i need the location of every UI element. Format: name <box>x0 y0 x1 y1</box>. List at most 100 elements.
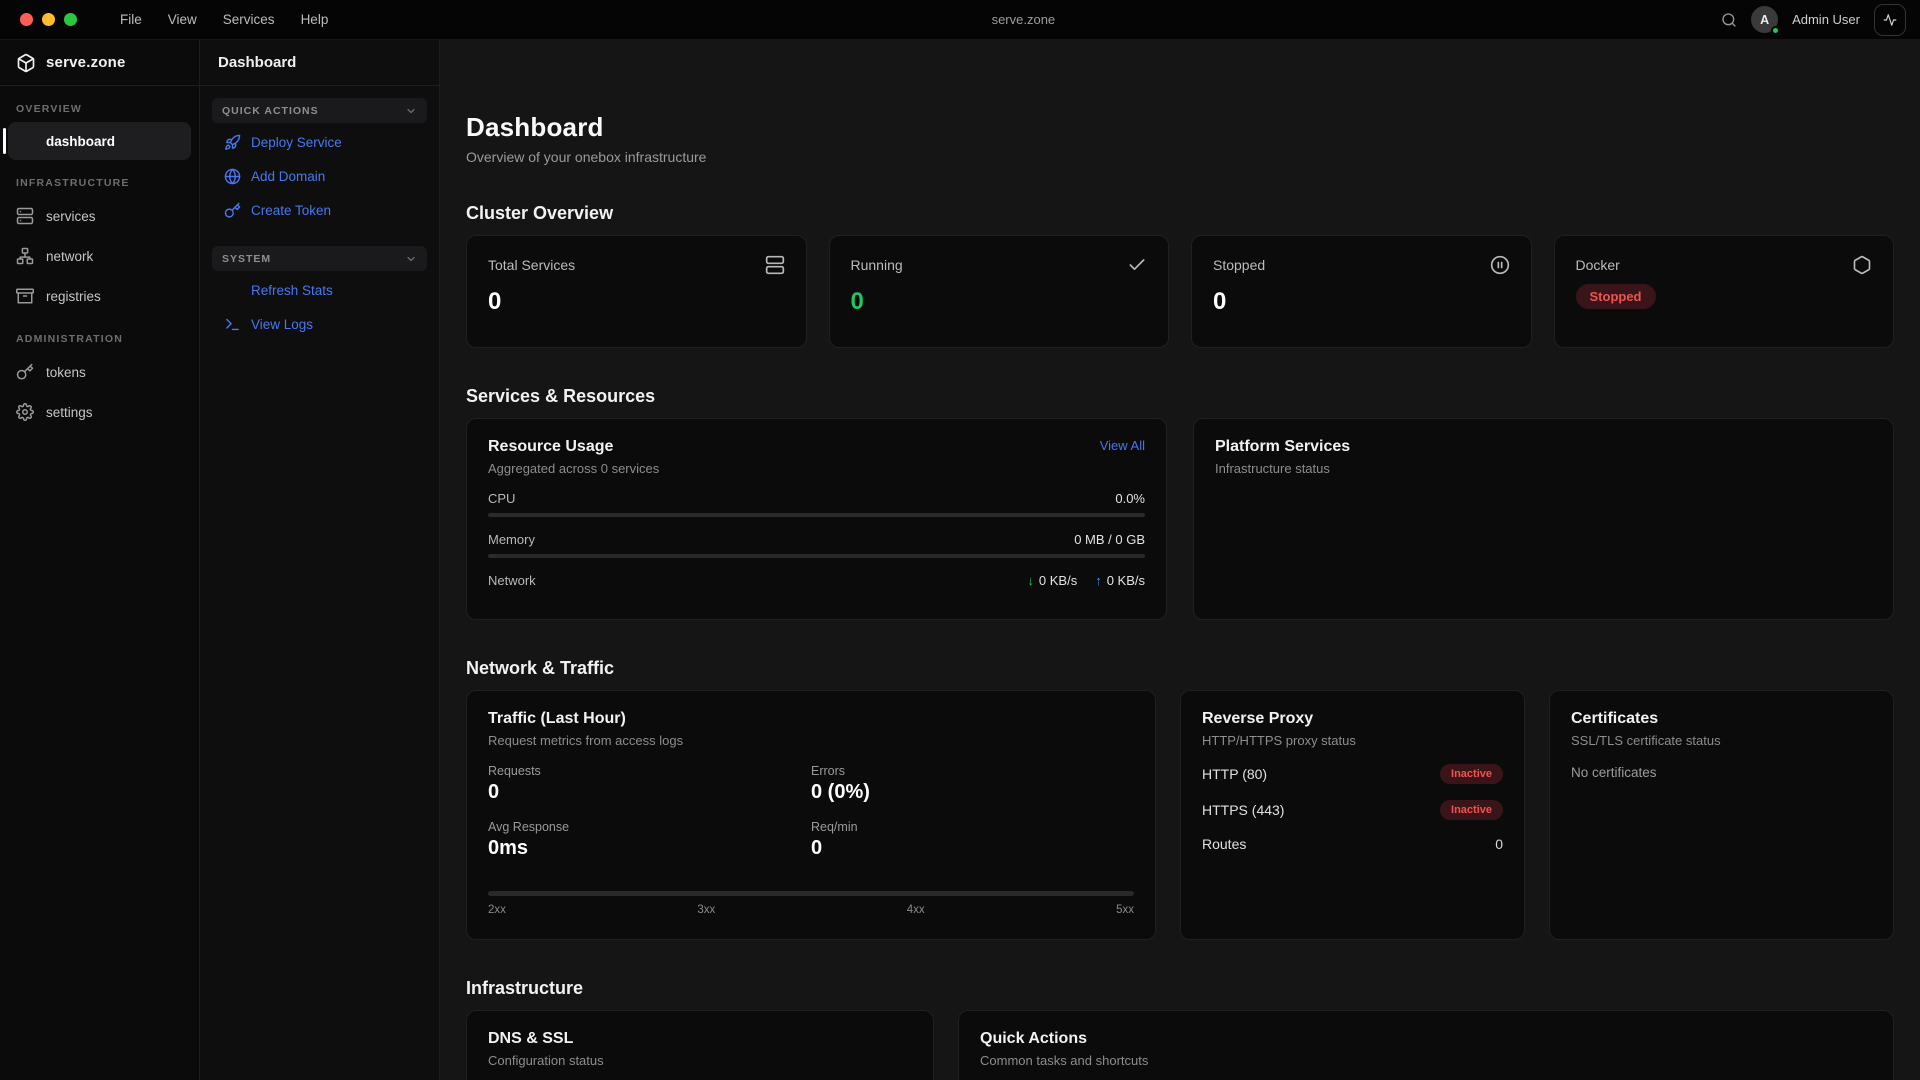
avatar[interactable]: A <box>1751 6 1778 33</box>
action-view-logs[interactable]: View Logs <box>212 307 427 341</box>
card-title: DNS & SSL <box>488 1030 912 1048</box>
cluster-cards: Total Services 0 Running 0 Sto <box>466 235 1894 348</box>
stat-label: Avg Response <box>488 820 811 834</box>
sidebar-item-label: services <box>46 209 96 224</box>
proxy-row-https: HTTPS (443) Inactive <box>1202 800 1503 820</box>
page-subtitle: Overview of your onebox infrastructure <box>466 149 1894 165</box>
card-subtitle: HTTP/HTTPS proxy status <box>1202 733 1503 748</box>
menu-help[interactable]: Help <box>288 7 342 32</box>
stat-label: Total Services <box>488 257 575 273</box>
maximize-window-button[interactable] <box>64 13 77 26</box>
stat-value: 0 <box>851 288 1148 316</box>
terminal-icon <box>224 316 241 333</box>
card-subtitle: Aggregated across 0 services <box>488 461 659 476</box>
proxy-label: HTTP (80) <box>1202 766 1267 782</box>
card-title: Reverse Proxy <box>1202 710 1503 728</box>
traffic-card: Traffic (Last Hour) Request metrics from… <box>466 690 1156 940</box>
user-name: Admin User <box>1792 12 1860 27</box>
memory-value: 0 MB / 0 GB <box>1074 532 1145 547</box>
arrow-down-icon: ↓ <box>1027 573 1034 588</box>
quick-actions-label: QUICK ACTIONS <box>222 105 319 117</box>
activity-icon <box>1883 13 1897 27</box>
view-all-link[interactable]: View All <box>1100 438 1145 453</box>
status-badge: Inactive <box>1440 800 1503 820</box>
stat-card-total-services: Total Services 0 <box>466 235 807 348</box>
action-create-token[interactable]: Create Token <box>212 193 427 227</box>
sidebar-section-administration: ADMINISTRATION <box>0 333 199 345</box>
minimize-window-button[interactable] <box>42 13 55 26</box>
stat-value: 0 <box>811 837 1134 860</box>
card-title: Traffic (Last Hour) <box>488 710 1134 728</box>
stat-card-docker: Docker Stopped <box>1554 235 1895 348</box>
menu-services[interactable]: Services <box>210 7 288 32</box>
stat-value: 0ms <box>488 837 811 860</box>
services-resources-heading: Services & Resources <box>466 386 1894 407</box>
window-controls <box>20 13 77 26</box>
menubar: File View Services Help <box>107 7 341 32</box>
chevron-down-icon <box>405 105 417 117</box>
search-icon[interactable] <box>1721 12 1737 28</box>
card-title: Resource Usage <box>488 438 659 456</box>
memory-progress-bar <box>488 554 1145 558</box>
stat-value: 0 <box>1213 288 1510 316</box>
stat-label: Stopped <box>1213 257 1265 273</box>
sidebar-item-tokens[interactable]: tokens <box>0 352 199 392</box>
infrastructure-heading: Infrastructure <box>466 978 1894 999</box>
card-subtitle: Request metrics from access logs <box>488 733 1134 748</box>
page-title: Dashboard <box>466 112 1894 143</box>
legend-3xx: 3xx <box>697 904 715 916</box>
sidebar-item-dashboard[interactable]: dashboard <box>8 122 191 160</box>
action-add-domain[interactable]: Add Domain <box>212 159 427 193</box>
sidebar-section-overview: OVERVIEW <box>0 103 199 115</box>
stat-label: Req/min <box>811 820 1134 834</box>
system-section-header[interactable]: SYSTEM <box>212 246 427 271</box>
server-icon <box>16 207 34 225</box>
card-subtitle: SSL/TLS certificate status <box>1571 733 1872 748</box>
legend-5xx: 5xx <box>1116 904 1134 916</box>
stat-label: Requests <box>488 764 811 778</box>
card-subtitle: Infrastructure status <box>1215 461 1872 476</box>
stat-card-stopped: Stopped 0 <box>1191 235 1532 348</box>
upload-value: 0 KB/s <box>1107 573 1145 588</box>
action-label: View Logs <box>251 317 313 332</box>
card-subtitle: Configuration status <box>488 1053 912 1068</box>
traffic-stat-requests: Requests 0 <box>488 764 811 804</box>
card-title: Certificates <box>1571 710 1872 728</box>
close-window-button[interactable] <box>20 13 33 26</box>
arrow-up-icon: ↑ <box>1095 573 1102 588</box>
action-refresh-stats[interactable]: Refresh Stats <box>212 273 427 307</box>
titlebar-right: A Admin User <box>1721 4 1906 36</box>
sidebar-item-registries[interactable]: registries <box>0 276 199 316</box>
card-subtitle: Common tasks and shortcuts <box>980 1053 1872 1068</box>
quick-actions-section-header[interactable]: QUICK ACTIONS <box>212 98 427 123</box>
gear-icon <box>16 403 34 421</box>
menu-file[interactable]: File <box>107 7 155 32</box>
key-icon <box>16 363 34 381</box>
menu-view[interactable]: View <box>155 7 210 32</box>
download-value: 0 KB/s <box>1039 573 1077 588</box>
traffic-stat-avg-response: Avg Response 0ms <box>488 820 811 860</box>
activity-button[interactable] <box>1874 4 1906 36</box>
memory-label: Memory <box>488 532 535 547</box>
sidebar-item-services[interactable]: services <box>0 196 199 236</box>
empty-state-text: No certificates <box>1571 765 1872 780</box>
cpu-label: CPU <box>488 491 515 506</box>
network-upload: ↑ 0 KB/s <box>1095 573 1145 588</box>
platform-services-card: Platform Services Infrastructure status <box>1193 418 1894 620</box>
action-label: Refresh Stats <box>251 283 333 298</box>
avatar-initial: A <box>1760 13 1769 27</box>
resource-usage-card: Resource Usage Aggregated across 0 servi… <box>466 418 1167 620</box>
sidebar-item-label: network <box>46 249 93 264</box>
hexagon-icon <box>1852 255 1872 275</box>
sidebar-item-settings[interactable]: settings <box>0 392 199 432</box>
globe-icon <box>224 168 241 185</box>
chevron-down-icon <box>405 253 417 265</box>
sidebar-item-network[interactable]: network <box>0 236 199 276</box>
action-deploy-service[interactable]: Deploy Service <box>212 125 427 159</box>
sidebar-item-label: registries <box>46 289 101 304</box>
box-icon <box>16 53 36 73</box>
cluster-overview-heading: Cluster Overview <box>466 203 1894 224</box>
server-icon <box>765 255 785 275</box>
proxy-row-http: HTTP (80) Inactive <box>1202 764 1503 784</box>
titlebar: File View Services Help serve.zone A Adm… <box>0 0 1920 40</box>
